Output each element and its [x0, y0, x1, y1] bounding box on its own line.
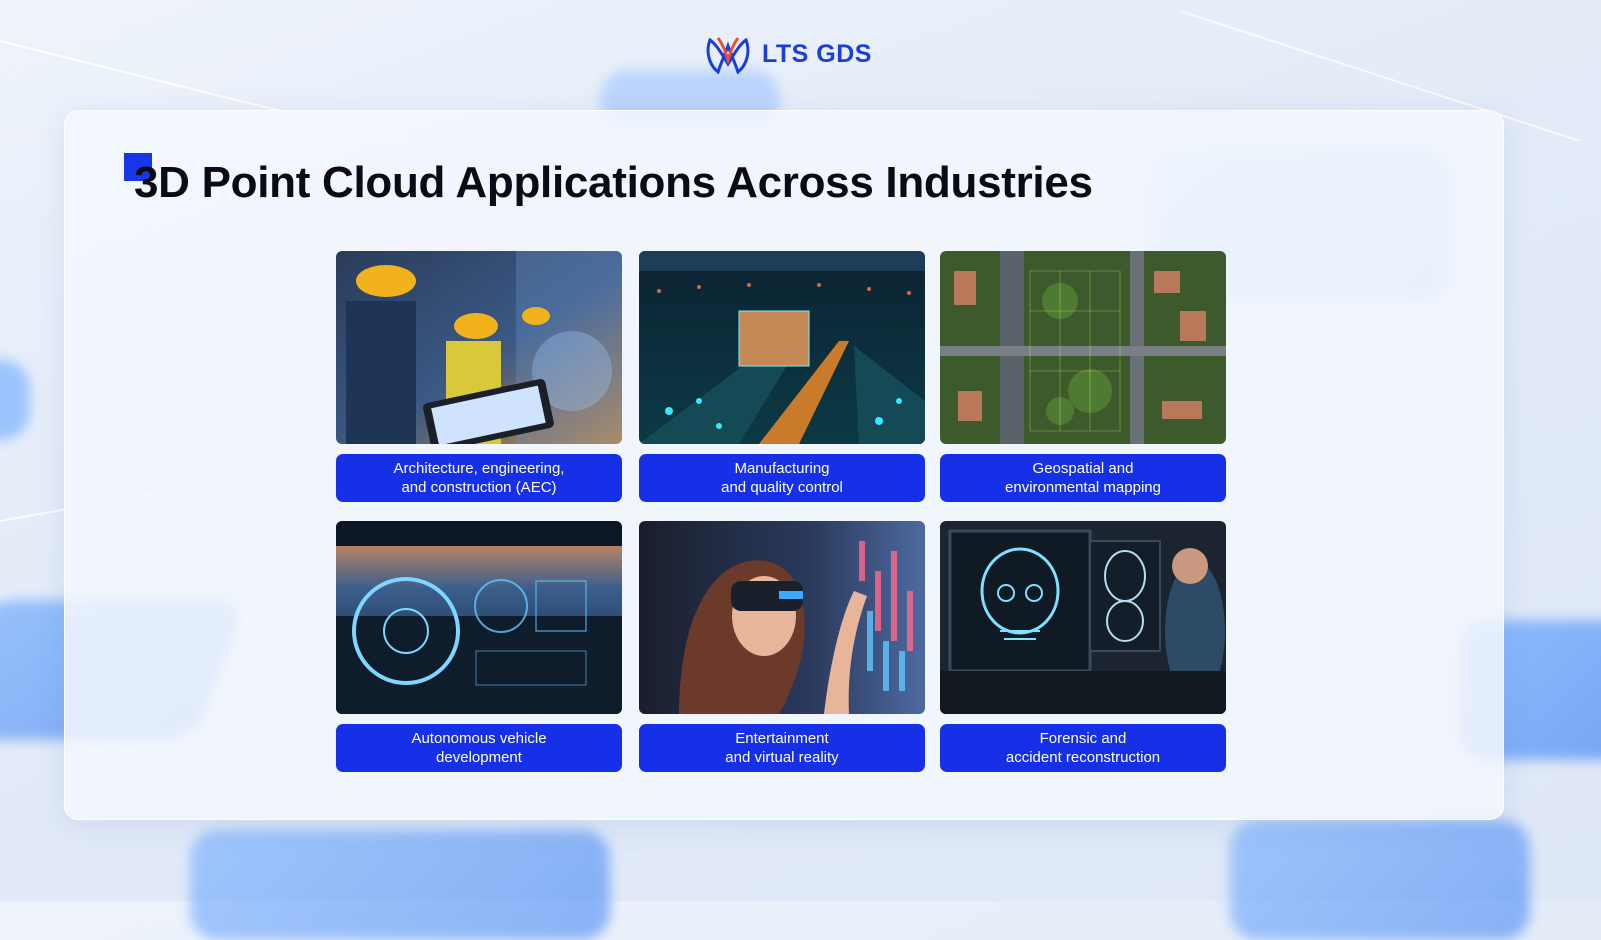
industry-label: Forensic and accident reconstruction [940, 724, 1226, 772]
industry-card: Entertainment and virtual reality [639, 521, 925, 772]
industry-label: Manufacturing and quality control [639, 454, 925, 502]
industry-card: Manufacturing and quality control [639, 251, 925, 502]
car-dashboard-image [336, 521, 622, 714]
logo-mark-icon [706, 37, 750, 75]
industry-label: Autonomous vehicle development [336, 724, 622, 772]
aerial-map-image [940, 251, 1226, 444]
industry-card: Autonomous vehicle development [336, 521, 622, 772]
workers-with-tablet-image [336, 251, 622, 444]
skull-scan-image [940, 521, 1226, 714]
brand-name: LTS GDS [762, 39, 872, 68]
industry-card: Architecture, engineering, and construct… [336, 251, 622, 502]
industry-label: Entertainment and virtual reality [639, 724, 925, 772]
industry-card: Forensic and accident reconstruction [940, 521, 1226, 772]
background-shape [190, 830, 610, 940]
background-shape [1230, 820, 1530, 940]
brand-logo: LTS GDS [704, 30, 872, 78]
background-shape [0, 360, 30, 440]
industry-label: Architecture, engineering, and construct… [336, 454, 622, 502]
page-title: 3D Point Cloud Applications Across Indus… [134, 158, 1093, 207]
factory-conveyor-image [639, 251, 925, 444]
vr-headset-image [639, 521, 925, 714]
industry-card: Geospatial and environmental mapping [940, 251, 1226, 502]
industry-label: Geospatial and environmental mapping [940, 454, 1226, 502]
